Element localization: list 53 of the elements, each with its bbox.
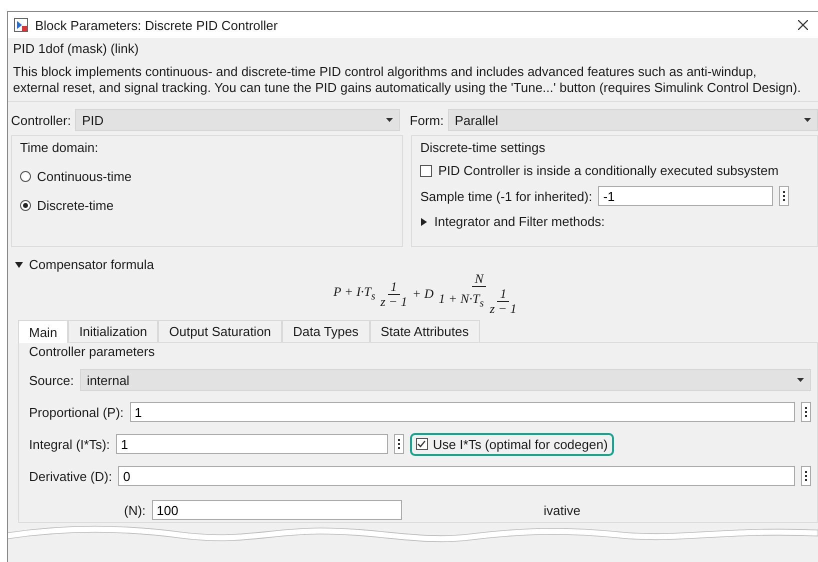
source-dropdown[interactable]: internal [80, 369, 811, 391]
radio-button[interactable] [20, 171, 31, 182]
block-icon [14, 18, 28, 32]
controller-dropdown[interactable]: PID [74, 109, 400, 131]
caret-icon [797, 378, 804, 382]
input-field[interactable]: 0 [118, 466, 795, 486]
formula-numerator: 1 [388, 280, 400, 294]
controller-label: Controller: [11, 112, 71, 128]
input-field[interactable]: 100 [152, 500, 402, 520]
sample-time-field[interactable]: -1 [598, 186, 774, 206]
group-title: Controller parameters [29, 344, 156, 359]
formula-denominator: z − 1 [379, 294, 408, 308]
checkbox[interactable] [420, 164, 432, 176]
methods-expander[interactable]: Integrator and Filter methods: [420, 214, 809, 229]
field-label: Proportional (P): [29, 404, 124, 420]
more-options-button[interactable] [801, 466, 811, 486]
mask-title: PID 1dof (mask) (link) [13, 41, 140, 56]
tab[interactable]: Initialization [68, 320, 158, 342]
formula-numerator: 1 [496, 287, 510, 302]
close-icon[interactable] [798, 20, 808, 30]
more-options-button[interactable] [394, 434, 404, 454]
tab[interactable]: Main [18, 320, 68, 343]
tab[interactable]: Output Saturation [158, 320, 282, 342]
formula-denominator: z − 1 [488, 302, 518, 316]
field-label: Derivative (D): [29, 468, 112, 484]
form-dropdown[interactable]: Parallel [448, 109, 818, 131]
input-field[interactable]: 1 [116, 434, 388, 454]
more-options-button[interactable] [801, 402, 811, 422]
more-options-button[interactable] [779, 186, 790, 206]
triangle-icon [420, 218, 428, 226]
field-label: (N): [124, 502, 146, 518]
triangle-icon [15, 260, 23, 268]
checkbox-label: PID Controller is inside a conditionally executed subsystem [438, 163, 779, 178]
tab[interactable]: State Attributes [370, 320, 480, 342]
radio-label: Continuous-time [37, 169, 132, 184]
window-title: Block Parameters: Discrete PID Controller [35, 18, 279, 32]
partial-label: ivative [544, 502, 581, 518]
checkbox[interactable] [416, 438, 428, 450]
group-title: Time domain: [20, 140, 100, 155]
field-label: Integral (I*Ts): [29, 436, 110, 452]
field-label: Source: [29, 372, 74, 388]
caret-icon [804, 118, 811, 122]
compensator-expander[interactable]: Compensator formula [15, 257, 818, 272]
tab[interactable]: Data Types [282, 320, 370, 342]
input-field[interactable]: 1 [130, 402, 795, 422]
block-description: This block implements continuous- and discrete-time PID control algorithms and includes advanced features such as anti-windup, external reset, and signal tracking. You can tune the PID gains automatically using the 'Tune...' button (requires Simulink Control Design). [13, 64, 802, 96]
radio-button[interactable] [20, 200, 31, 211]
caret-icon [386, 118, 393, 122]
checkbox-label: Use I*Ts (optimal for codegen) [432, 436, 608, 452]
radio-label: Discrete-time [37, 198, 114, 213]
form-label: Form: [410, 112, 444, 128]
sample-time-label: Sample time (-1 for inherited): [420, 188, 592, 204]
group-title: Discrete-time settings [420, 140, 546, 155]
